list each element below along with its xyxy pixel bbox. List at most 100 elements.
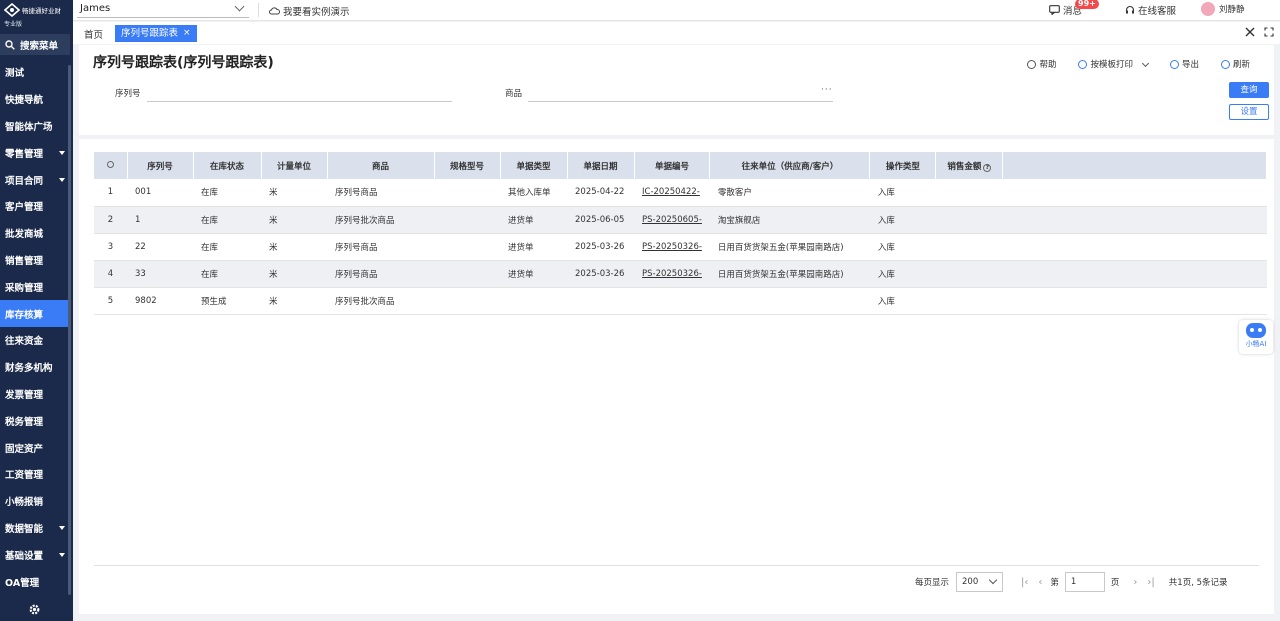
- cell-value[interactable]: PS-20250326-: [642, 269, 702, 279]
- column-header[interactable]: 往来单位（供应商/客户）: [709, 152, 871, 179]
- column-header[interactable]: 单据日期: [567, 152, 635, 179]
- page-size-select[interactable]: 200: [956, 572, 1004, 592]
- column-header[interactable]: 商品: [327, 152, 435, 179]
- table-cell-product: 序列号商品: [327, 179, 434, 206]
- table-cell-doc-no[interactable]: [634, 287, 710, 314]
- query-button[interactable]: 查询: [1229, 82, 1269, 98]
- table-cell-spec: [434, 206, 500, 233]
- column-header[interactable]: 单据类型: [500, 152, 568, 179]
- ai-assistant-label: 小畅AI: [1245, 340, 1267, 348]
- column-header[interactable]: 规格型号: [434, 152, 501, 179]
- print-template-button[interactable]: 按模板打印: [1078, 58, 1150, 70]
- column-header[interactable]: 计量单位: [261, 152, 328, 179]
- sidebar-item-label: 零售管理: [5, 148, 44, 160]
- table-row[interactable]: 2 1 在库 米 序列号批次商品 进货单 2025-06-05 PS-20250605- 淘宝旗…: [94, 206, 1267, 233]
- first-page-icon[interactable]: |‹: [1021, 577, 1028, 588]
- table-cell-doc-no[interactable]: PS-20250605-: [634, 206, 710, 233]
- serial-filter-label: 序列号: [115, 89, 141, 99]
- table-cell-status: 在库: [193, 179, 261, 206]
- refresh-button[interactable]: 刷新: [1220, 58, 1250, 70]
- product-filter-label: 商品: [505, 89, 523, 99]
- ai-assistant-button[interactable]: 小畅AI: [1239, 320, 1273, 354]
- table-cell-unit: 米: [261, 206, 327, 233]
- sidebar-item[interactable]: 智能体广场: [0, 113, 70, 140]
- chevron-down-icon[interactable]: [1141, 59, 1150, 67]
- export-button[interactable]: 导出: [1169, 58, 1199, 70]
- table-cell-doc-no[interactable]: PS-20250326-: [634, 260, 710, 287]
- product-picker-button[interactable]: ···: [821, 85, 833, 95]
- sidebar-item-label: 采购管理: [5, 282, 44, 294]
- avatar: [1201, 2, 1215, 16]
- sidebar-item[interactable]: 财务多机构: [0, 354, 70, 381]
- refresh-icon: [1220, 59, 1230, 69]
- settings-button[interactable]: 设置: [1229, 104, 1269, 120]
- user-menu[interactable]: 刘静静: [1201, 2, 1245, 16]
- sidebar-item[interactable]: 测试: [0, 59, 70, 86]
- column-header[interactable]: 在库状态: [193, 152, 262, 179]
- column-settings-header[interactable]: [94, 152, 128, 179]
- cell-value: 2025-06-05: [575, 214, 625, 225]
- column-header[interactable]: 操作类型: [869, 152, 937, 179]
- gear-icon[interactable]: [28, 603, 41, 616]
- messages-button[interactable]: 消息 99+: [1049, 0, 1099, 17]
- column-header-filler: [1002, 152, 1268, 179]
- prev-page-icon[interactable]: ‹: [1038, 577, 1042, 588]
- sidebar-item[interactable]: 零售管理: [0, 139, 70, 166]
- sidebar-item[interactable]: 项目合同: [0, 166, 70, 193]
- table-cell-doc-no[interactable]: PS-20250326-: [634, 233, 710, 260]
- help-button[interactable]: 帮助: [1027, 58, 1056, 70]
- fullscreen-icon[interactable]: [1264, 27, 1274, 37]
- cell-value[interactable]: IC-20250422-: [642, 187, 700, 197]
- cell-value: 日用百货货架五金(苹果园南路店): [717, 242, 844, 253]
- close-icon[interactable]: [1244, 26, 1256, 38]
- sidebar-item[interactable]: 批发商城: [0, 220, 70, 247]
- per-page-label: 每页显示: [915, 578, 950, 588]
- sidebar-item[interactable]: 库存核算: [0, 300, 70, 327]
- page-number-value: 1: [1070, 577, 1077, 587]
- tab-close-icon[interactable]: ×: [183, 25, 191, 42]
- sidebar-item[interactable]: 固定资产: [0, 434, 70, 461]
- cell-value[interactable]: PS-20250605-: [642, 215, 702, 225]
- sidebar-item[interactable]: 客户管理: [0, 193, 70, 220]
- sidebar-item-label: 小畅报销: [5, 497, 44, 509]
- table-row[interactable]: 4 33 在库 米 序列号商品 进货单 2025-03-26 PS-20250326- 日用百货…: [94, 260, 1267, 287]
- sidebar-item-label: 发票管理: [5, 389, 44, 401]
- online-service-button[interactable]: 在线客服: [1125, 3, 1176, 17]
- product-filter-input[interactable]: [528, 101, 833, 102]
- next-page-icon[interactable]: ›: [1133, 577, 1137, 588]
- sidebar-scrollbar[interactable]: [68, 65, 71, 595]
- sales-amount-label: 销售金额: [947, 161, 982, 172]
- company-select[interactable]: James: [77, 1, 249, 18]
- sidebar-item[interactable]: 基础设置: [0, 541, 70, 568]
- sidebar-item[interactable]: 发票管理: [0, 381, 70, 408]
- cell-value[interactable]: PS-20250326-: [642, 242, 702, 252]
- search-menu-button[interactable]: 搜索菜单: [0, 34, 70, 55]
- table-row[interactable]: 3 22 在库 米 序列号商品 进货单 2025-03-26 PS-20250326- 日用百货…: [94, 233, 1267, 260]
- search-icon: [5, 39, 15, 50]
- sidebar-item[interactable]: 工资管理: [0, 461, 70, 488]
- serial-filter-input[interactable]: [147, 101, 452, 102]
- table-row[interactable]: 5 9802 预生成 米 序列号批次商品 入库: [94, 287, 1267, 314]
- table-cell-amount: [936, 179, 1003, 206]
- table-cell-doc-no[interactable]: IC-20250422-: [634, 179, 710, 206]
- sidebar-item[interactable]: 小畅报销: [0, 488, 70, 515]
- sidebar-item[interactable]: OA管理: [0, 568, 70, 595]
- cell-value: 序列号商品: [335, 242, 378, 253]
- sidebar-item[interactable]: 往来资金: [0, 327, 70, 354]
- column-header-sales-amount[interactable]: 销售金额?: [935, 152, 1004, 179]
- page-number-input[interactable]: 1: [1064, 572, 1105, 592]
- sidebar-item[interactable]: 数据智能: [0, 515, 70, 542]
- table-row[interactable]: 1 001 在库 米 序列号商品 其他入库单 2025-04-22 IC-20250422- 零…: [94, 179, 1267, 206]
- tab-serial-tracking[interactable]: 序列号跟踪表 ×: [115, 25, 197, 42]
- column-header[interactable]: 单据编号: [634, 152, 711, 179]
- question-icon[interactable]: ?: [983, 163, 992, 172]
- sidebar-item[interactable]: 快捷导航: [0, 86, 70, 113]
- tab-home[interactable]: 首页: [84, 27, 103, 41]
- last-page-icon[interactable]: ›|: [1147, 577, 1154, 588]
- column-header[interactable]: 序列号: [127, 152, 194, 179]
- sidebar-item[interactable]: 税务管理: [0, 407, 70, 434]
- pager-divider: [94, 565, 1259, 566]
- demo-link[interactable]: 我要看实例演示: [269, 4, 350, 18]
- sidebar-item[interactable]: 销售管理: [0, 247, 70, 274]
- sidebar-item[interactable]: 采购管理: [0, 273, 70, 300]
